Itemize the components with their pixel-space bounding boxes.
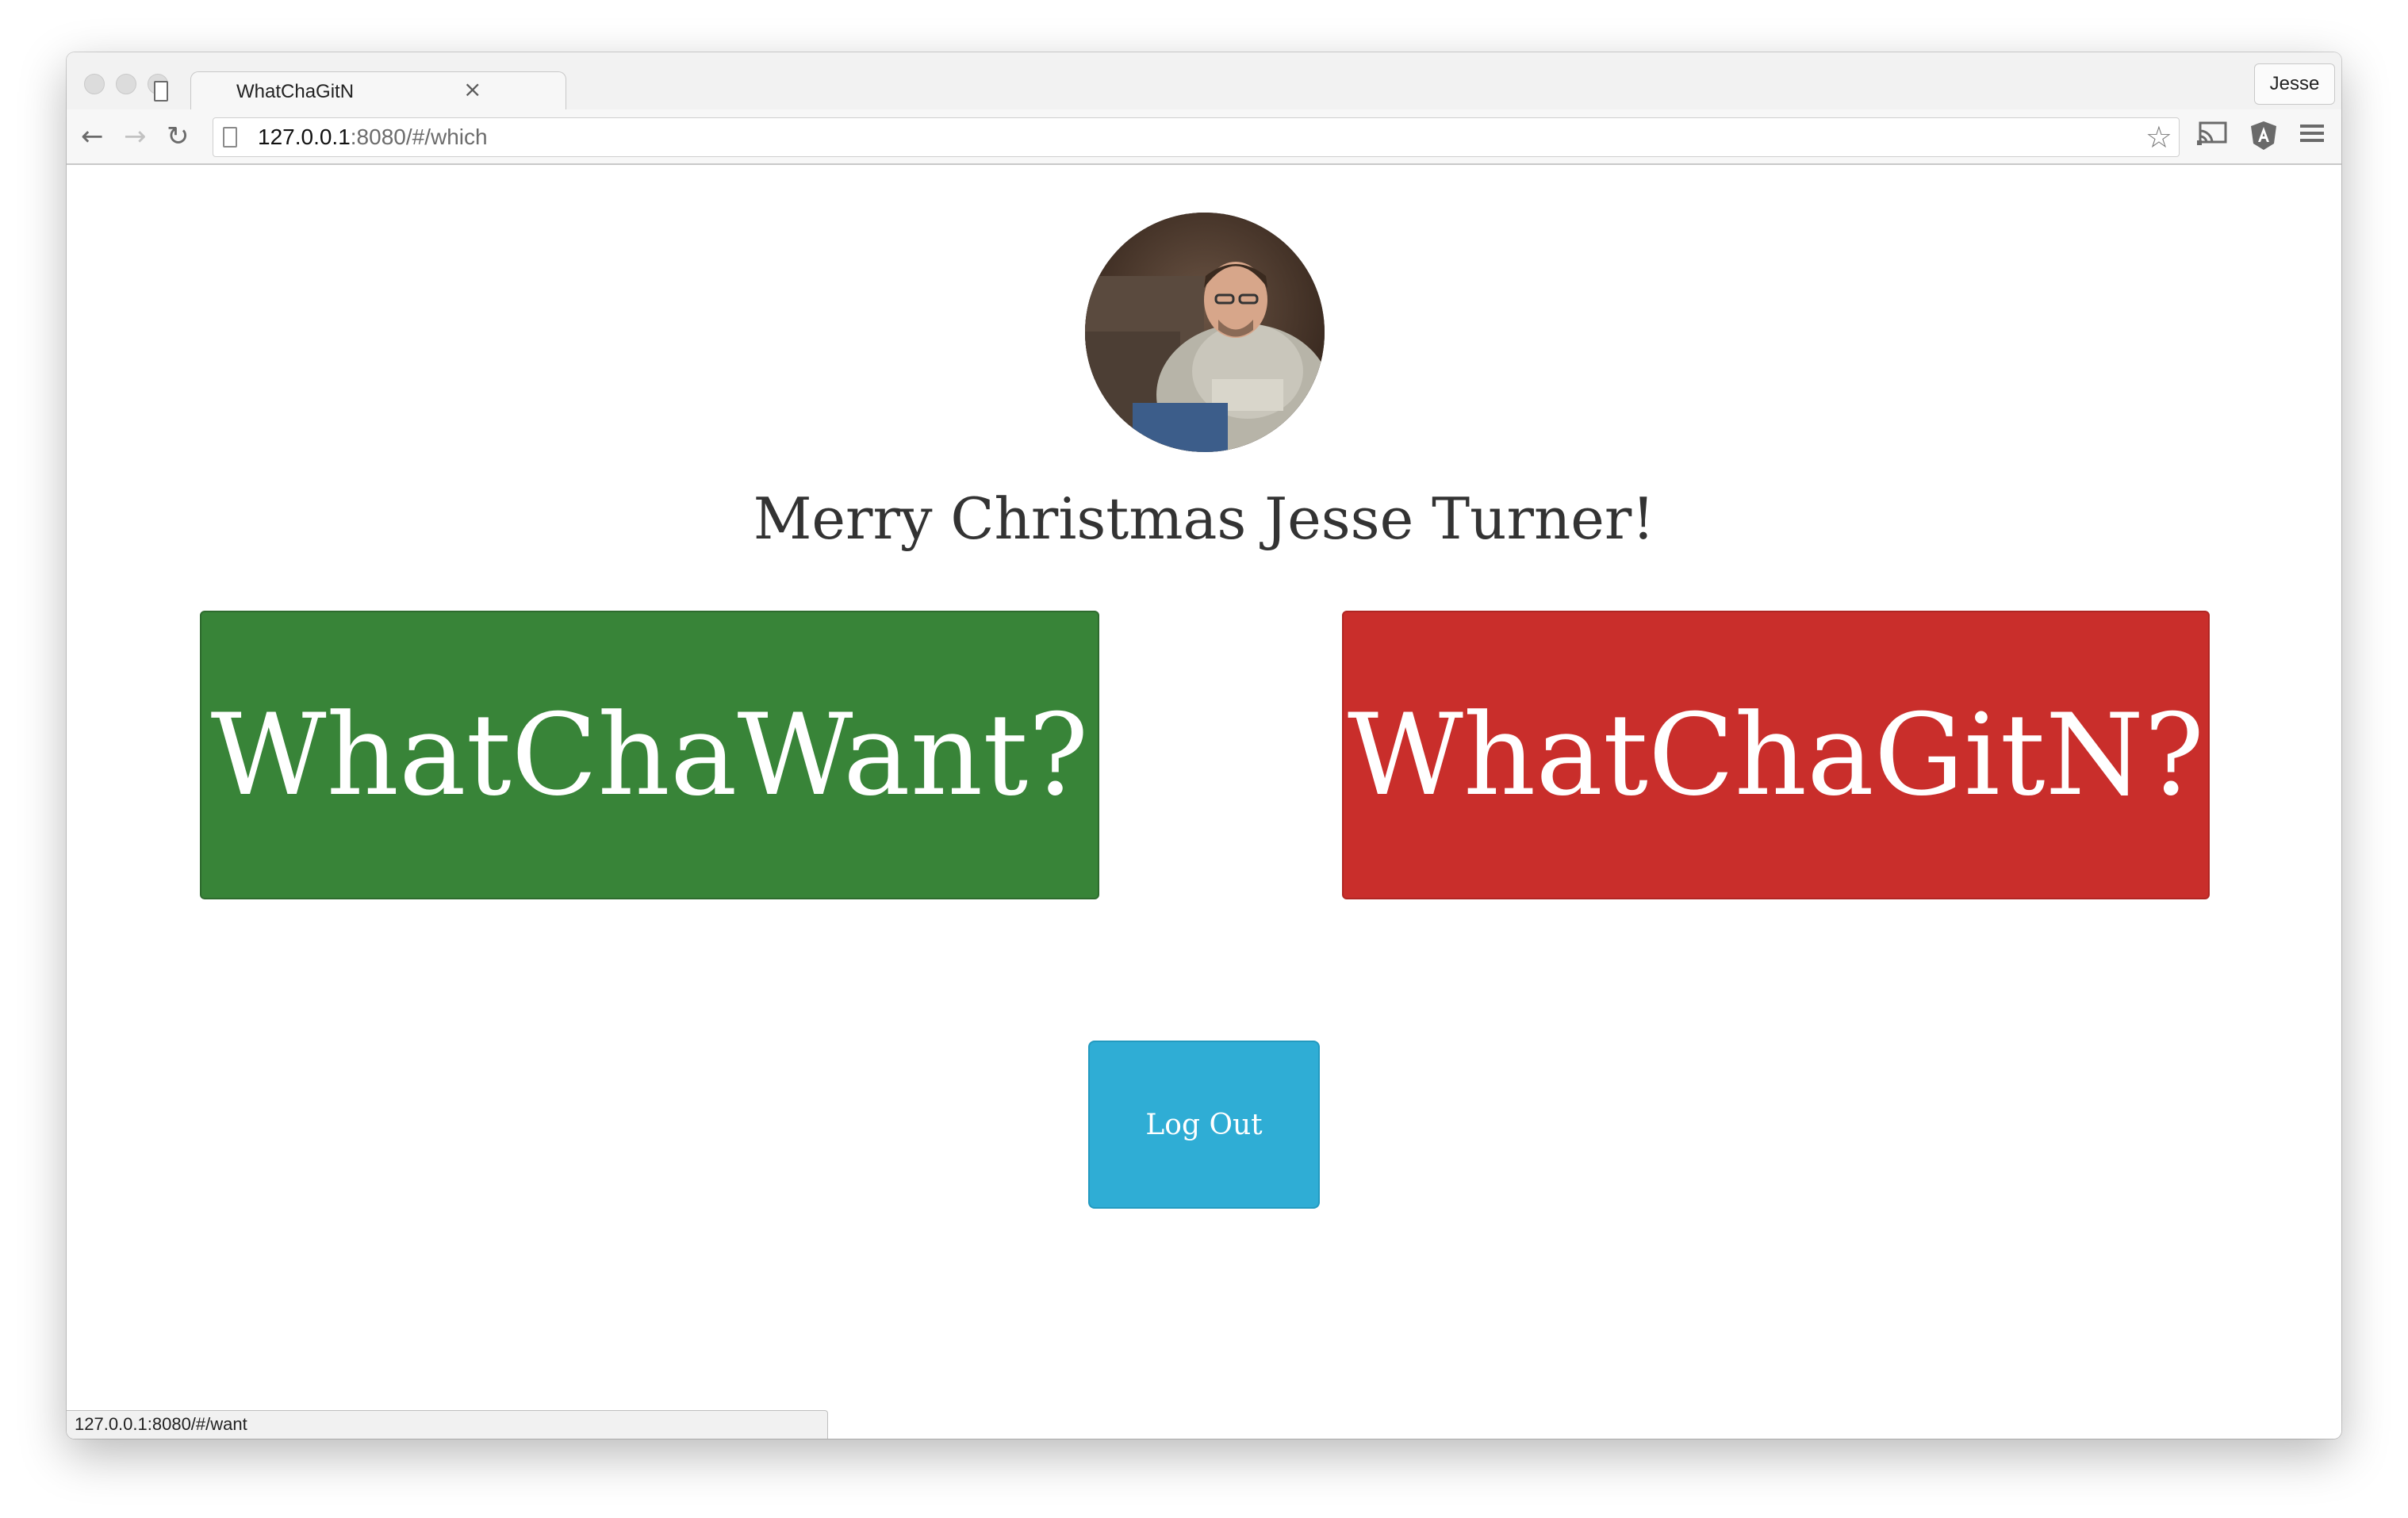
cast-icon[interactable]: [2197, 121, 2229, 153]
angular-extension-icon[interactable]: [2249, 121, 2278, 158]
back-arrow-icon[interactable]: ←: [81, 121, 104, 152]
whatchagitn-button[interactable]: WhatChaGitN?: [1342, 611, 2210, 899]
menu-icon[interactable]: [2299, 121, 2326, 152]
window-minimize-button[interactable]: [116, 74, 136, 94]
profile-button[interactable]: Jesse: [2254, 63, 2335, 105]
reload-icon[interactable]: ↻: [167, 121, 190, 152]
greeting-heading: Merry Christmas Jesse Turner!: [753, 485, 1655, 552]
window-close-button[interactable]: [84, 74, 105, 94]
forward-arrow-icon[interactable]: →: [124, 121, 147, 152]
tab-page-icon: [154, 81, 168, 102]
user-avatar: [1085, 213, 1325, 452]
url-text[interactable]: 127.0.0.1:8080/#/which: [258, 125, 488, 150]
address-bar[interactable]: 127.0.0.1:8080/#/which ☆: [213, 117, 2180, 157]
page-content: Merry Christmas Jesse Turner! WhatChaWan…: [67, 165, 2341, 1439]
bookmark-star-icon[interactable]: ☆: [2145, 120, 2172, 155]
url-path: :8080/#/which: [350, 125, 488, 149]
browser-window: WhatChaGitN × Jesse ← → ↻ 127.0.0.1:8080…: [67, 52, 2341, 1439]
page-icon: [223, 127, 237, 148]
tab-title: WhatChaGitN: [236, 81, 355, 102]
logout-button[interactable]: Log Out: [1088, 1041, 1320, 1209]
whatchawant-button[interactable]: WhatChaWant?: [200, 611, 1099, 899]
status-bar: 127.0.0.1:8080/#/want: [67, 1410, 828, 1439]
browser-toolbar: ← → ↻ 127.0.0.1:8080/#/which ☆: [67, 109, 2341, 165]
url-host: 127.0.0.1: [258, 125, 351, 149]
tab-close-icon[interactable]: ×: [463, 76, 481, 102]
title-bar: WhatChaGitN × Jesse: [67, 52, 2341, 113]
